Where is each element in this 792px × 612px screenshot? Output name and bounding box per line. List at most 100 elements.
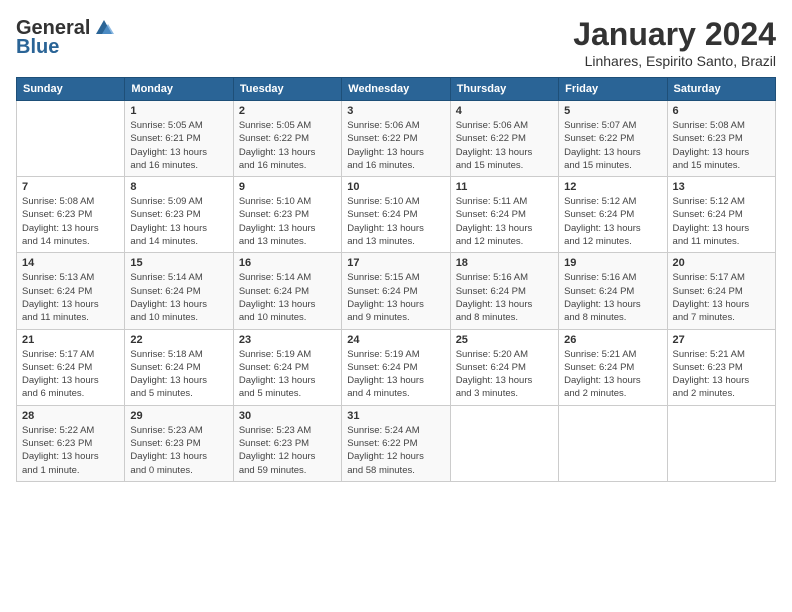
day-info: Sunrise: 5:08 AM Sunset: 6:23 PM Dayligh… bbox=[673, 119, 770, 172]
day-number: 12 bbox=[564, 181, 661, 193]
day-info: Sunrise: 5:22 AM Sunset: 6:23 PM Dayligh… bbox=[22, 424, 119, 477]
day-number: 25 bbox=[456, 334, 553, 346]
day-number: 8 bbox=[130, 181, 227, 193]
day-info: Sunrise: 5:07 AM Sunset: 6:22 PM Dayligh… bbox=[564, 119, 661, 172]
day-info: Sunrise: 5:21 AM Sunset: 6:23 PM Dayligh… bbox=[673, 348, 770, 401]
day-number: 15 bbox=[130, 257, 227, 269]
calendar-cell: 10 Sunrise: 5:10 AM Sunset: 6:24 PM Dayli… bbox=[342, 177, 450, 253]
day-info: Sunrise: 5:19 AM Sunset: 6:24 PM Dayligh… bbox=[347, 348, 444, 401]
day-number: 5 bbox=[564, 105, 661, 117]
day-number: 24 bbox=[347, 334, 444, 346]
calendar-cell: 14 Sunrise: 5:13 AM Sunset: 6:24 PM Dayli… bbox=[17, 253, 125, 329]
calendar-cell: 24 Sunrise: 5:19 AM Sunset: 6:24 PM Dayli… bbox=[342, 329, 450, 405]
calendar-cell bbox=[450, 405, 558, 481]
calendar-cell bbox=[17, 101, 125, 177]
calendar-cell: 30 Sunrise: 5:23 AM Sunset: 6:23 PM Dayli… bbox=[233, 405, 341, 481]
day-number: 16 bbox=[239, 257, 336, 269]
day-number: 17 bbox=[347, 257, 444, 269]
calendar-cell: 18 Sunrise: 5:16 AM Sunset: 6:24 PM Dayli… bbox=[450, 253, 558, 329]
day-number: 9 bbox=[239, 181, 336, 193]
calendar-cell bbox=[559, 405, 667, 481]
header-sunday: Sunday bbox=[17, 78, 125, 101]
calendar-cell bbox=[667, 405, 775, 481]
calendar-cell: 19 Sunrise: 5:16 AM Sunset: 6:24 PM Dayli… bbox=[559, 253, 667, 329]
day-info: Sunrise: 5:12 AM Sunset: 6:24 PM Dayligh… bbox=[673, 195, 770, 248]
calendar-cell: 25 Sunrise: 5:20 AM Sunset: 6:24 PM Dayli… bbox=[450, 329, 558, 405]
day-number: 3 bbox=[347, 105, 444, 117]
day-info: Sunrise: 5:10 AM Sunset: 6:24 PM Dayligh… bbox=[347, 195, 444, 248]
page-title: January 2024 bbox=[573, 16, 776, 53]
day-info: Sunrise: 5:19 AM Sunset: 6:24 PM Dayligh… bbox=[239, 348, 336, 401]
week-row-3: 14 Sunrise: 5:13 AM Sunset: 6:24 PM Dayli… bbox=[17, 253, 776, 329]
day-info: Sunrise: 5:16 AM Sunset: 6:24 PM Dayligh… bbox=[456, 271, 553, 324]
calendar-cell: 23 Sunrise: 5:19 AM Sunset: 6:24 PM Dayli… bbox=[233, 329, 341, 405]
day-info: Sunrise: 5:11 AM Sunset: 6:24 PM Dayligh… bbox=[456, 195, 553, 248]
week-row-5: 28 Sunrise: 5:22 AM Sunset: 6:23 PM Dayli… bbox=[17, 405, 776, 481]
day-info: Sunrise: 5:06 AM Sunset: 6:22 PM Dayligh… bbox=[347, 119, 444, 172]
page-subtitle: Linhares, Espirito Santo, Brazil bbox=[573, 53, 776, 69]
day-number: 11 bbox=[456, 181, 553, 193]
day-info: Sunrise: 5:12 AM Sunset: 6:24 PM Dayligh… bbox=[564, 195, 661, 248]
day-info: Sunrise: 5:24 AM Sunset: 6:22 PM Dayligh… bbox=[347, 424, 444, 477]
calendar-cell: 3 Sunrise: 5:06 AM Sunset: 6:22 PM Daylig… bbox=[342, 101, 450, 177]
header-saturday: Saturday bbox=[667, 78, 775, 101]
header-wednesday: Wednesday bbox=[342, 78, 450, 101]
calendar-cell: 1 Sunrise: 5:05 AM Sunset: 6:21 PM Daylig… bbox=[125, 101, 233, 177]
week-row-2: 7Sunrise: 5:08 AM Sunset: 6:23 PM Daylig… bbox=[17, 177, 776, 253]
calendar-cell: 31 Sunrise: 5:24 AM Sunset: 6:22 PM Dayli… bbox=[342, 405, 450, 481]
day-number: 31 bbox=[347, 410, 444, 422]
day-number: 14 bbox=[22, 257, 119, 269]
day-info: Sunrise: 5:08 AM Sunset: 6:23 PM Dayligh… bbox=[22, 195, 119, 248]
day-info: Sunrise: 5:13 AM Sunset: 6:24 PM Dayligh… bbox=[22, 271, 119, 324]
header-tuesday: Tuesday bbox=[233, 78, 341, 101]
calendar-cell: 13 Sunrise: 5:12 AM Sunset: 6:24 PM Dayli… bbox=[667, 177, 775, 253]
day-number: 1 bbox=[130, 105, 227, 117]
day-number: 27 bbox=[673, 334, 770, 346]
day-number: 10 bbox=[347, 181, 444, 193]
calendar-cell: 16 Sunrise: 5:14 AM Sunset: 6:24 PM Dayli… bbox=[233, 253, 341, 329]
day-number: 21 bbox=[22, 334, 119, 346]
calendar-cell: 22Sunrise: 5:18 AM Sunset: 6:24 PM Dayli… bbox=[125, 329, 233, 405]
calendar-cell: 11 Sunrise: 5:11 AM Sunset: 6:24 PM Dayli… bbox=[450, 177, 558, 253]
calendar-cell: 28 Sunrise: 5:22 AM Sunset: 6:23 PM Dayli… bbox=[17, 405, 125, 481]
day-number: 23 bbox=[239, 334, 336, 346]
day-number: 26 bbox=[564, 334, 661, 346]
day-number: 29 bbox=[130, 410, 227, 422]
day-info: Sunrise: 5:09 AM Sunset: 6:23 PM Dayligh… bbox=[130, 195, 227, 248]
day-number: 19 bbox=[564, 257, 661, 269]
calendar-cell: 20 Sunrise: 5:17 AM Sunset: 6:24 PM Dayli… bbox=[667, 253, 775, 329]
day-number: 13 bbox=[673, 181, 770, 193]
page-header: General Blue January 2024 Linhares, Espi… bbox=[16, 16, 776, 69]
day-info: Sunrise: 5:10 AM Sunset: 6:23 PM Dayligh… bbox=[239, 195, 336, 248]
day-info: Sunrise: 5:21 AM Sunset: 6:24 PM Dayligh… bbox=[564, 348, 661, 401]
calendar-cell: 29 Sunrise: 5:23 AM Sunset: 6:23 PM Dayli… bbox=[125, 405, 233, 481]
title-block: January 2024 Linhares, Espirito Santo, B… bbox=[573, 16, 776, 69]
calendar-cell: 12 Sunrise: 5:12 AM Sunset: 6:24 PM Dayli… bbox=[559, 177, 667, 253]
calendar-cell: 6 Sunrise: 5:08 AM Sunset: 6:23 PM Daylig… bbox=[667, 101, 775, 177]
header-row: SundayMondayTuesdayWednesdayThursdayFrid… bbox=[17, 78, 776, 101]
day-info: Sunrise: 5:16 AM Sunset: 6:24 PM Dayligh… bbox=[564, 271, 661, 324]
day-info: Sunrise: 5:17 AM Sunset: 6:24 PM Dayligh… bbox=[22, 348, 119, 401]
day-number: 4 bbox=[456, 105, 553, 117]
day-info: Sunrise: 5:14 AM Sunset: 6:24 PM Dayligh… bbox=[239, 271, 336, 324]
calendar-cell: 5 Sunrise: 5:07 AM Sunset: 6:22 PM Daylig… bbox=[559, 101, 667, 177]
day-info: Sunrise: 5:17 AM Sunset: 6:24 PM Dayligh… bbox=[673, 271, 770, 324]
day-info: Sunrise: 5:05 AM Sunset: 6:21 PM Dayligh… bbox=[130, 119, 227, 172]
day-number: 6 bbox=[673, 105, 770, 117]
day-number: 22 bbox=[130, 334, 227, 346]
week-row-4: 21 Sunrise: 5:17 AM Sunset: 6:24 PM Dayli… bbox=[17, 329, 776, 405]
day-info: Sunrise: 5:23 AM Sunset: 6:23 PM Dayligh… bbox=[239, 424, 336, 477]
day-info: Sunrise: 5:05 AM Sunset: 6:22 PM Dayligh… bbox=[239, 119, 336, 172]
day-number: 2 bbox=[239, 105, 336, 117]
day-info: Sunrise: 5:23 AM Sunset: 6:23 PM Dayligh… bbox=[130, 424, 227, 477]
calendar-cell: 8 Sunrise: 5:09 AM Sunset: 6:23 PM Daylig… bbox=[125, 177, 233, 253]
day-number: 20 bbox=[673, 257, 770, 269]
calendar-cell: 4 Sunrise: 5:06 AM Sunset: 6:22 PM Daylig… bbox=[450, 101, 558, 177]
header-thursday: Thursday bbox=[450, 78, 558, 101]
day-number: 30 bbox=[239, 410, 336, 422]
day-info: Sunrise: 5:06 AM Sunset: 6:22 PM Dayligh… bbox=[456, 119, 553, 172]
day-number: 18 bbox=[456, 257, 553, 269]
header-monday: Monday bbox=[125, 78, 233, 101]
day-info: Sunrise: 5:20 AM Sunset: 6:24 PM Dayligh… bbox=[456, 348, 553, 401]
day-number: 28 bbox=[22, 410, 119, 422]
